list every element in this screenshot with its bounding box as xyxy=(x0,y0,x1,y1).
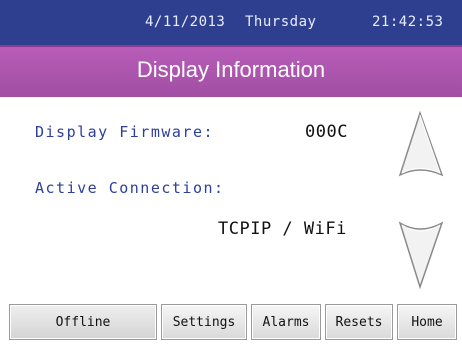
alarms-button[interactable]: Alarms xyxy=(251,304,321,340)
home-button[interactable]: Home xyxy=(397,304,457,340)
offline-button-label: Offline xyxy=(55,314,111,330)
resets-button[interactable]: Resets xyxy=(325,304,393,340)
connection-value: TCPIP / WiFi xyxy=(218,219,347,239)
chevron-down-icon[interactable] xyxy=(396,213,446,291)
time-display: 21:42:53 xyxy=(372,14,444,30)
bottom-toolbar: Offline Settings Alarms Resets Home xyxy=(0,292,462,349)
settings-button-label: Settings xyxy=(172,314,236,330)
info-panel: Display Firmware: 000C Active Connection… xyxy=(0,97,462,292)
page-title: Display Information xyxy=(136,57,326,82)
status-bar: 4/11/2013 Thursday 21:42:53 xyxy=(0,0,462,45)
firmware-label: Display Firmware: xyxy=(35,123,215,141)
alarms-button-label: Alarms xyxy=(262,314,310,330)
resets-button-label: Resets xyxy=(335,314,383,330)
home-button-label: Home xyxy=(411,314,443,330)
offline-button[interactable]: Offline xyxy=(9,304,157,340)
date-display: 4/11/2013 xyxy=(145,14,226,30)
connection-label: Active Connection: xyxy=(35,179,225,197)
weekday-display: Thursday xyxy=(245,14,317,30)
chevron-up-icon[interactable] xyxy=(396,109,446,187)
settings-button[interactable]: Settings xyxy=(161,304,247,340)
title-bar: Display Information xyxy=(0,45,462,97)
firmware-value: 000C xyxy=(305,122,348,142)
